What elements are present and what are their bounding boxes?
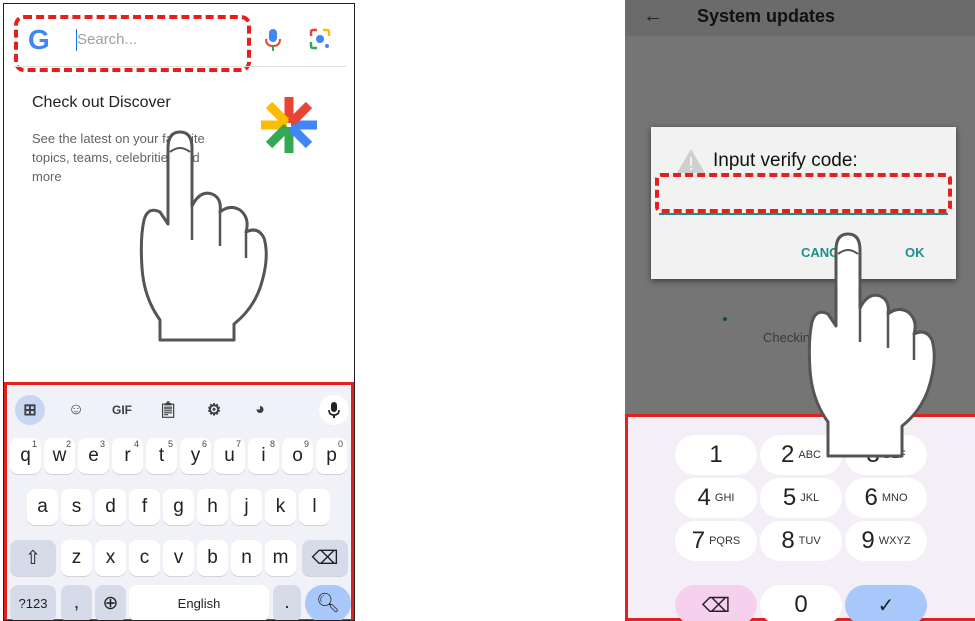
mic-icon[interactable] (319, 395, 349, 425)
backspace-key[interactable]: ⌫ (302, 540, 348, 576)
key-z[interactable]: z (61, 540, 92, 576)
discover-title: Check out Discover (32, 94, 171, 111)
period-key[interactable]: . (273, 585, 301, 620)
numpad-key-6[interactable]: 6 MNO (845, 478, 927, 518)
apps-icon[interactable]: ⊞ (15, 395, 45, 425)
key-p[interactable]: p0 (316, 438, 347, 474)
gif-button[interactable]: GIF (107, 395, 137, 425)
key-b[interactable]: b (197, 540, 228, 576)
numpad-key-1[interactable]: 1 (675, 435, 757, 475)
dialog-title: Input verify code: (713, 150, 858, 171)
key-e[interactable]: e3 (78, 438, 109, 474)
key-u[interactable]: u7 (214, 438, 245, 474)
progress-spinner (723, 317, 727, 321)
numpad-key-4[interactable]: 4 GHI (675, 478, 757, 518)
pointing-hand-icon (807, 232, 936, 458)
key-j[interactable]: j (231, 489, 262, 525)
language-globe-key[interactable]: ⊕ (95, 585, 126, 620)
settings-icon[interactable]: ⚙ (199, 395, 229, 425)
search-action-key[interactable]: 🔍︎ (305, 585, 351, 620)
key-a[interactable]: a (27, 489, 58, 525)
key-h[interactable]: h (197, 489, 228, 525)
divider (14, 66, 346, 67)
numpad-backspace-key[interactable]: ⌫ (675, 585, 757, 621)
key-s[interactable]: s (61, 489, 92, 525)
numpad-done-key[interactable]: ✓ (845, 585, 927, 621)
verify-code-input[interactable] (655, 173, 952, 213)
key-l[interactable]: l (299, 489, 330, 525)
symbols-key[interactable]: ?123 (10, 585, 56, 620)
key-v[interactable]: v (163, 540, 194, 576)
clipboard-icon[interactable]: 📋︎ (153, 395, 183, 425)
sticker-icon[interactable]: ☺ (61, 395, 91, 425)
mic-icon[interactable] (261, 26, 285, 54)
key-o[interactable]: o9 (282, 438, 313, 474)
key-f[interactable]: f (129, 489, 160, 525)
emoji-comma-key[interactable]: , (61, 585, 92, 620)
key-m[interactable]: m (265, 540, 296, 576)
page-title: System updates (697, 6, 836, 26)
numpad-key-5[interactable]: 5 JKL (760, 478, 842, 518)
key-y[interactable]: y6 (180, 438, 211, 474)
palette-icon[interactable]: ◕ (245, 395, 275, 425)
pointing-hand-icon (139, 130, 268, 342)
key-k[interactable]: k (265, 489, 296, 525)
input-underline (659, 213, 948, 215)
numpad-key-7[interactable]: 7 PQRS (675, 521, 757, 561)
key-d[interactable]: d (95, 489, 126, 525)
key-r[interactable]: r4 (112, 438, 143, 474)
search-highlight-box (14, 15, 251, 72)
key-w[interactable]: w2 (44, 438, 75, 474)
key-q[interactable]: q1 (10, 438, 41, 474)
lens-icon[interactable] (307, 26, 333, 52)
back-arrow-icon[interactable]: ← (643, 5, 663, 28)
key-i[interactable]: i8 (248, 438, 279, 474)
key-n[interactable]: n (231, 540, 262, 576)
warning-icon (677, 149, 705, 173)
shift-key[interactable]: ⇧ (10, 540, 56, 576)
soft-keyboard: ⊞ ☺ GIF 📋︎ ⚙ ◕ q1w2e3r4t5y6u7i8o9p0 asdfg… (4, 382, 354, 620)
numpad-key-9[interactable]: 9 WXYZ (845, 521, 927, 561)
key-g[interactable]: g (163, 489, 194, 525)
key-x[interactable]: x (95, 540, 126, 576)
space-bar[interactable]: English (129, 585, 269, 620)
key-c[interactable]: c (129, 540, 160, 576)
numpad-key-8[interactable]: 8 TUV (760, 521, 842, 561)
numpad-key-0[interactable]: 0 (760, 585, 842, 621)
key-t[interactable]: t5 (146, 438, 177, 474)
